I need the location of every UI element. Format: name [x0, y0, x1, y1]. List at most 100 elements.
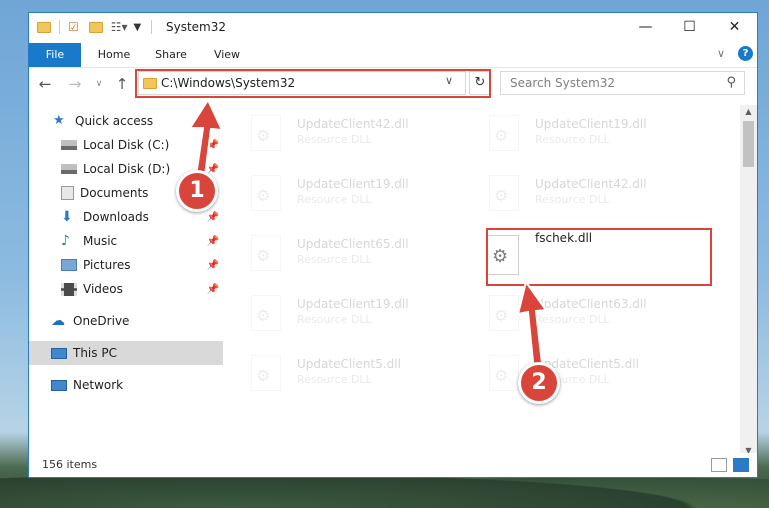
gear-icon: ⚙ [256, 366, 271, 385]
sidebar-item-label: This PC [73, 346, 117, 360]
navigation-pane: ★ Quick access Local Disk (C:) 📌 Local D… [29, 105, 223, 450]
file-item[interactable]: ⚙ UpdateClient65.dll Resource DLL [223, 229, 443, 281]
recent-locations-icon[interactable]: ∨ [89, 74, 109, 94]
scroll-thumb[interactable] [743, 121, 754, 167]
sidebar-item-local-disk-c[interactable]: Local Disk (C:) 📌 [29, 133, 223, 157]
minimize-button[interactable]: — [623, 13, 668, 43]
tab-view[interactable]: View [204, 43, 250, 67]
documents-icon [61, 186, 74, 200]
dll-file-icon: ⚙ [251, 115, 281, 151]
videos-icon [61, 282, 77, 296]
sidebar-item-label: Pictures [83, 258, 131, 272]
vertical-scrollbar[interactable]: ▲ ▼ [740, 105, 757, 458]
gear-icon: ⚙ [256, 246, 271, 265]
file-name: UpdateClient5.dll [297, 357, 401, 371]
pin-icon: 📌 [206, 259, 219, 271]
sidebar-item-label: Music [83, 234, 118, 248]
status-bar: 156 items [29, 453, 757, 477]
up-arrow-icon[interactable]: ↑ [112, 74, 132, 94]
customize-toolbar-icon[interactable]: ☷▾ [111, 20, 128, 34]
file-type: Resource DLL [535, 313, 610, 326]
sidebar-item-network[interactable]: Network [29, 373, 223, 397]
star-icon: ★ [53, 113, 65, 128]
file-item[interactable]: ⚙ UpdateClient5.dll Resource DLL [223, 349, 443, 401]
file-name: UpdateClient63.dll [535, 297, 647, 311]
gear-icon: ⚙ [256, 186, 271, 205]
file-type: Resource DLL [297, 313, 372, 326]
close-button[interactable]: ✕ [712, 13, 757, 43]
file-item[interactable]: ⚙ UpdateClient5.dll Resource DLL [461, 349, 681, 401]
pin-icon: 📌 [206, 211, 219, 223]
expand-ribbon-icon[interactable]: ∨ [717, 47, 725, 60]
gear-icon: ⚙ [256, 126, 271, 145]
sidebar-item-label: Network [73, 378, 124, 392]
sidebar-item-label: Videos [83, 282, 123, 296]
item-count: 156 items [42, 458, 98, 471]
file-name: UpdateClient19.dll [297, 177, 409, 191]
dll-file-icon: ⚙ [489, 295, 519, 331]
file-name: UpdateClient42.dll [297, 117, 409, 131]
sidebar-item-this-pc[interactable]: This PC [29, 341, 223, 365]
file-type: Resource DLL [535, 193, 610, 206]
gear-icon: ⚙ [494, 186, 509, 205]
properties-icon[interactable]: ☑ [68, 20, 79, 34]
tab-home[interactable]: Home [91, 43, 137, 67]
file-item[interactable]: ⚙ UpdateClient42.dll Resource DLL [223, 109, 443, 161]
file-type: Resource DLL [297, 193, 372, 206]
tab-file[interactable]: File [29, 43, 81, 67]
address-highlight-box [135, 69, 491, 98]
gear-icon: ⚙ [256, 306, 271, 325]
file-name: UpdateClient65.dll [297, 237, 409, 251]
toolbar-divider [59, 20, 60, 34]
drive-icon [61, 140, 77, 150]
pin-icon: 📌 [206, 139, 219, 151]
dll-file-icon: ⚙ [251, 295, 281, 331]
sidebar-item-quick-access[interactable]: ★ Quick access [29, 109, 223, 133]
file-highlight-box [486, 228, 712, 286]
chevron-down-icon[interactable]: ▼ [134, 22, 142, 33]
quick-access-toolbar: ☑ ☷▾ ▼ [37, 19, 153, 35]
file-item[interactable]: ⚙ UpdateClient19.dll Resource DLL [223, 169, 443, 221]
pictures-icon [61, 259, 77, 271]
search-input[interactable]: Search System32 ⚲ [500, 71, 745, 95]
scroll-up-icon[interactable]: ▲ [740, 105, 757, 119]
title-bar: ☑ ☷▾ ▼ System32 — ☐ ✕ [29, 13, 757, 43]
window-title: System32 [166, 20, 227, 34]
file-type: Resource DLL [297, 133, 372, 146]
music-icon: ♪ [61, 233, 70, 249]
sidebar-item-label: Quick access [75, 114, 154, 128]
dll-file-icon: ⚙ [251, 235, 281, 271]
large-icons-view-icon[interactable] [733, 458, 749, 472]
sidebar-item-onedrive[interactable]: ☁ OneDrive [29, 309, 223, 333]
tab-share[interactable]: Share [148, 43, 194, 67]
sidebar-item-label: Local Disk (D:) [83, 162, 171, 176]
step-2-badge: 2 [518, 362, 560, 404]
folder-icon[interactable] [37, 21, 51, 33]
file-item[interactable]: ⚙ UpdateClient42.dll Resource DLL [461, 169, 681, 221]
dll-file-icon: ⚙ [489, 175, 519, 211]
network-icon [51, 379, 67, 391]
file-type: Resource DLL [297, 373, 372, 386]
file-item[interactable]: ⚙ UpdateClient19.dll Resource DLL [223, 289, 443, 341]
details-view-icon[interactable] [711, 458, 727, 472]
sidebar-item-label: Local Disk (C:) [83, 138, 170, 152]
new-folder-icon[interactable] [88, 21, 103, 33]
sidebar-item-label: Downloads [83, 210, 149, 224]
maximize-button[interactable]: ☐ [667, 13, 712, 43]
back-arrow-icon[interactable]: ← [35, 74, 55, 94]
file-item[interactable]: ⚙ UpdateClient63.dll Resource DLL [461, 289, 681, 341]
sidebar-item-music[interactable]: ♪ Music 📌 [29, 229, 223, 253]
forward-arrow-icon[interactable]: → [65, 74, 85, 94]
drive-icon [61, 164, 77, 174]
file-item[interactable]: ⚙ UpdateClient19.dll Resource DLL [461, 109, 681, 161]
dll-file-icon: ⚙ [489, 355, 519, 391]
sidebar-item-label: OneDrive [73, 314, 130, 328]
pin-icon: 📌 [206, 283, 219, 295]
help-icon[interactable]: ? [738, 46, 753, 61]
file-name: UpdateClient19.dll [297, 297, 409, 311]
file-name: UpdateClient42.dll [535, 177, 647, 191]
sidebar-item-pictures[interactable]: Pictures 📌 [29, 253, 223, 277]
dll-file-icon: ⚙ [489, 115, 519, 151]
file-type: Resource DLL [297, 253, 372, 266]
sidebar-item-videos[interactable]: Videos 📌 [29, 277, 223, 301]
